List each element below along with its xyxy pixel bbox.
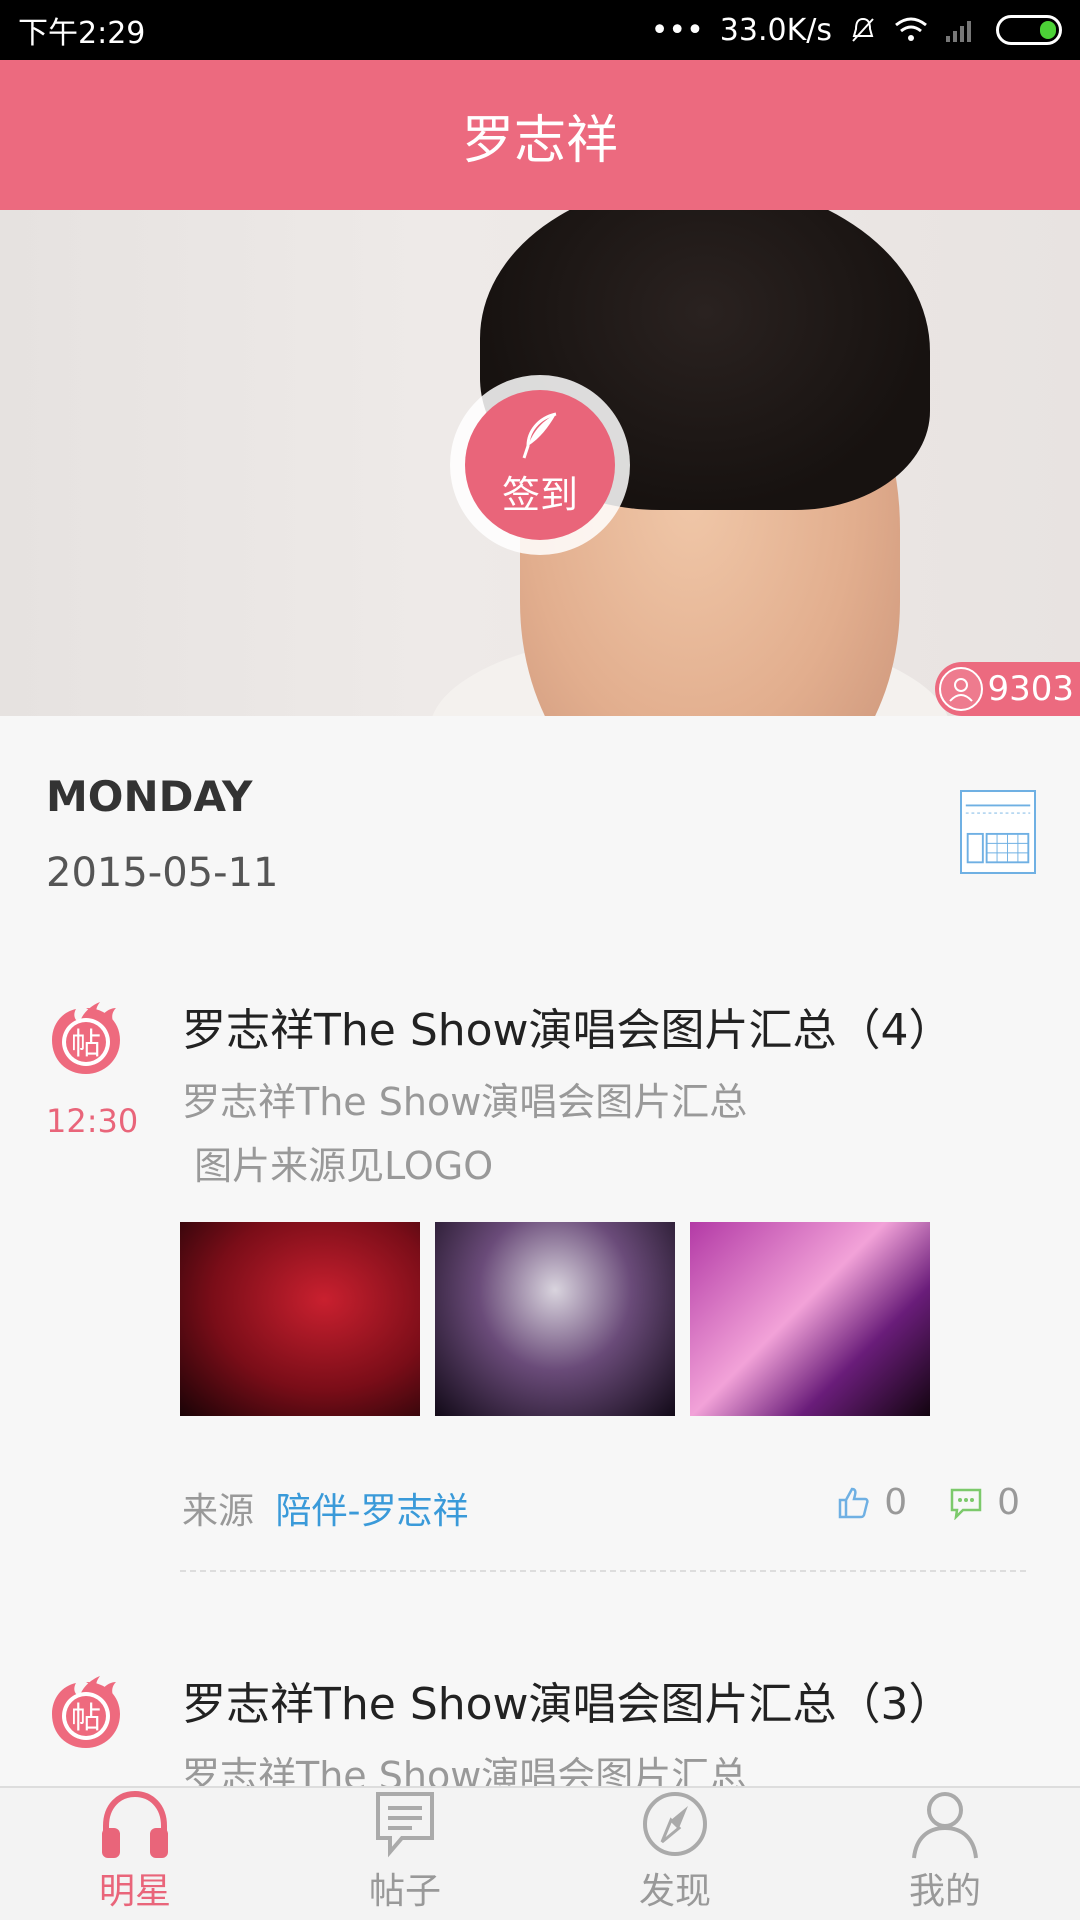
date-label: 2015-05-11 xyxy=(46,850,279,896)
checkin-button-inner: 签到 xyxy=(465,390,615,540)
battery-icon xyxy=(996,15,1062,45)
svg-text:帖: 帖 xyxy=(71,1701,101,1736)
headphones-icon xyxy=(102,1790,168,1858)
comment-count: 0 xyxy=(997,1482,1020,1523)
post-excerpt-line: 罗志祥The Show演唱会图片汇总 xyxy=(182,1080,748,1124)
like-count: 0 xyxy=(884,1482,908,1523)
mute-bell-icon xyxy=(852,17,874,42)
tab-label: 帖子 xyxy=(368,1871,441,1912)
compass-icon xyxy=(643,1792,707,1856)
post-thumbnail[interactable] xyxy=(435,1222,675,1416)
feather-icon xyxy=(522,412,557,458)
thumbs-up-icon[interactable] xyxy=(836,1486,870,1520)
post-excerpt: 罗志祥The Show演唱会图片汇总 xyxy=(182,1744,747,1786)
more-dots-icon: ••• xyxy=(650,12,704,48)
post-thumbnail[interactable] xyxy=(690,1222,930,1416)
status-icons: ••• 33.0K/s xyxy=(651,13,1062,48)
date-section: MONDAY 2015-05-11 xyxy=(0,716,1080,946)
comment-icon[interactable] xyxy=(949,1486,983,1520)
tab-label: 我的 xyxy=(908,1871,981,1912)
source-link[interactable]: 陪伴-罗志祥 xyxy=(275,1491,468,1532)
post-thumbnails xyxy=(180,1222,930,1416)
tab-label: 明星 xyxy=(98,1871,171,1912)
svg-text:帖: 帖 xyxy=(71,1027,101,1062)
checkin-button[interactable]: 签到 xyxy=(450,375,630,555)
weekday-label: MONDAY xyxy=(46,772,253,821)
tab-discover[interactable]: 发现 xyxy=(540,1788,810,1920)
tab-mine[interactable]: 我的 xyxy=(810,1788,1080,1920)
status-time: 下午2:29 xyxy=(18,16,146,51)
tab-posts[interactable]: 帖子 xyxy=(270,1788,540,1920)
post-title[interactable]: 罗志祥The Show演唱会图片汇总（4） xyxy=(182,994,953,1058)
calendar-icon[interactable] xyxy=(960,790,1036,874)
post-time: 12:30 xyxy=(46,1102,139,1140)
tab-label: 发现 xyxy=(638,1871,711,1912)
post-excerpt-line: 图片来源见LOGO xyxy=(182,1144,494,1188)
person-icon xyxy=(939,667,984,711)
tab-star[interactable]: 明星 xyxy=(0,1788,270,1920)
post-badge-icon: 帖 xyxy=(52,1002,120,1074)
signal-icon xyxy=(946,21,971,42)
wifi-icon xyxy=(895,17,927,41)
post-thumbnail[interactable] xyxy=(180,1222,420,1416)
message-icon xyxy=(376,1792,434,1858)
status-bar: 下午2:29 ••• 33.0K/s xyxy=(0,0,1080,60)
post-item[interactable]: 帖 12:30 罗志祥The Show演唱会图片汇总（4） 罗志祥The Sho… xyxy=(0,990,1080,1580)
post-badge-icon: 帖 xyxy=(52,1676,120,1748)
page-title: 罗志祥 xyxy=(461,110,618,171)
post-excerpt-line: 罗志祥The Show演唱会图片汇总 xyxy=(182,1754,748,1786)
fans-count: 9303 xyxy=(987,669,1074,709)
post-source: 来源 陪伴-罗志祥 xyxy=(182,1482,468,1534)
app-screen: 下午2:29 ••• 33.0K/s 罗志祥 签到 9303 MONDAY 20… xyxy=(0,0,1080,1920)
post-stats: 0 0 xyxy=(836,1482,1020,1523)
post-item[interactable]: 帖 罗志祥The Show演唱会图片汇总（3） 罗志祥The Show演唱会图片… xyxy=(0,1664,1080,1786)
title-bar: 罗志祥 xyxy=(0,60,1080,210)
star-banner: 签到 9303 xyxy=(0,210,1080,716)
fans-count-badge[interactable]: 9303 xyxy=(935,662,1080,716)
network-speed: 33.0K/s xyxy=(719,12,832,48)
bottom-nav: 明星 帖子 发现 我的 xyxy=(0,1786,1080,1920)
post-title[interactable]: 罗志祥The Show演唱会图片汇总（3） xyxy=(182,1668,953,1732)
post-excerpt: 罗志祥The Show演唱会图片汇总 图片来源见LOGO xyxy=(182,1070,747,1198)
profile-icon xyxy=(912,1792,978,1859)
source-prefix: 来源 xyxy=(182,1491,255,1532)
post-divider xyxy=(180,1570,1026,1572)
checkin-label: 签到 xyxy=(501,472,578,517)
